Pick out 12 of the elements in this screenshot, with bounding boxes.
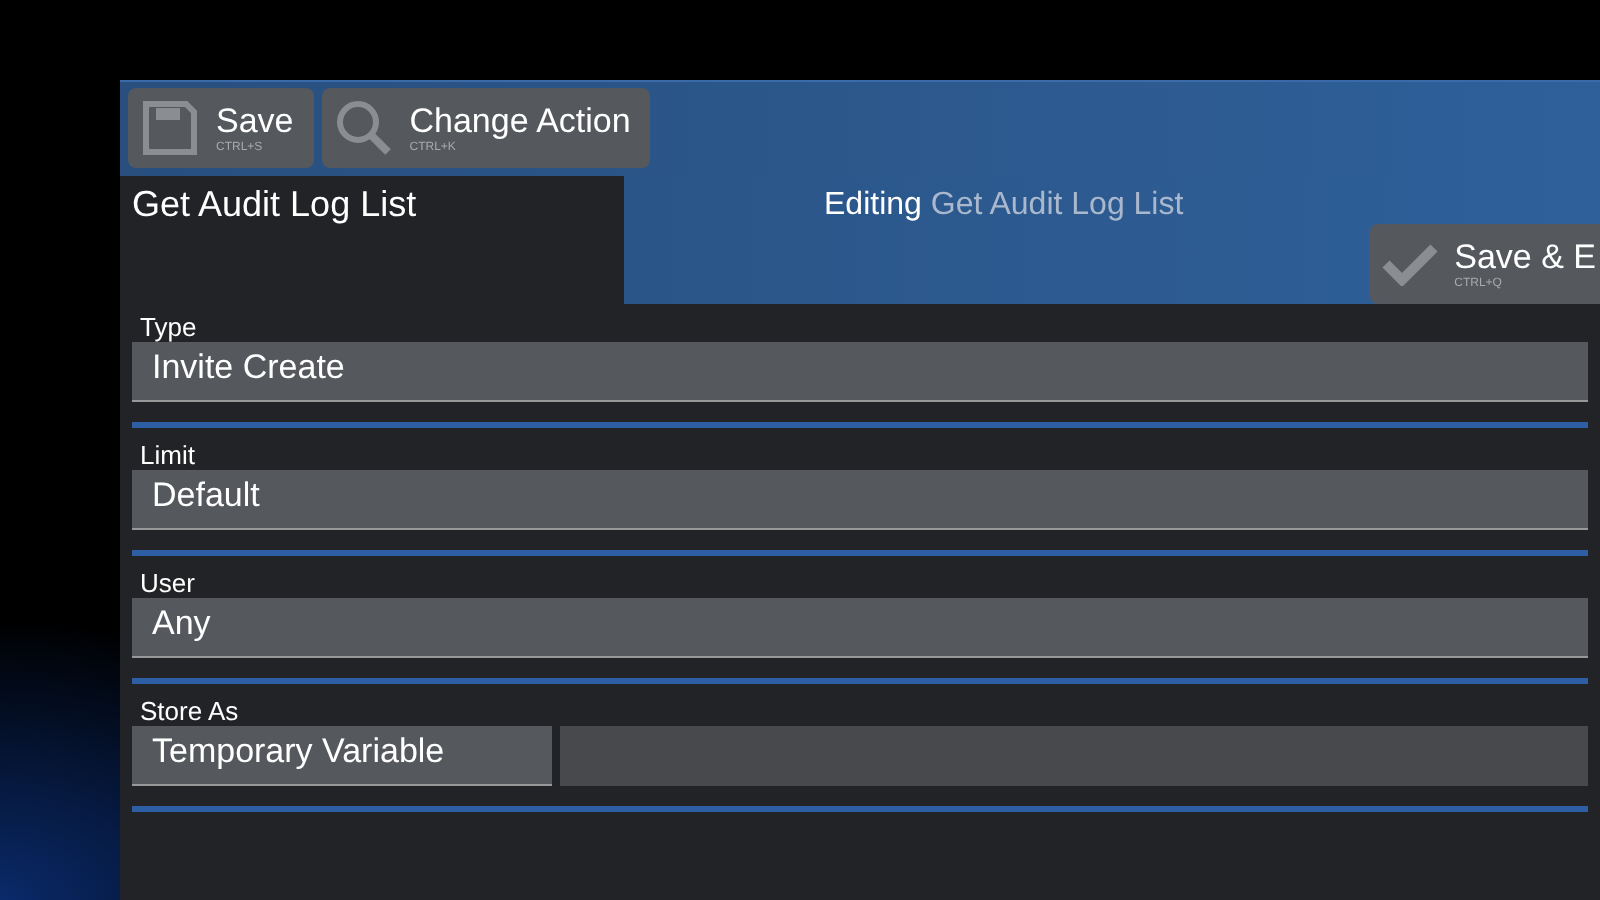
field-label: Limit [140, 440, 195, 470]
dropdown-field[interactable]: Temporary Variable [132, 726, 552, 786]
editing-title: Editing Get Audit Log List [824, 186, 1184, 224]
input-field[interactable]: Default [132, 470, 1588, 530]
input-field[interactable] [560, 726, 1588, 786]
input-field[interactable]: Invite Create [132, 342, 1588, 402]
field-label: User [140, 568, 195, 598]
field-label: Store As [140, 696, 239, 726]
field-label: Type [140, 312, 197, 342]
checkmark-icon [1382, 242, 1439, 286]
search-icon [333, 98, 394, 158]
input-field[interactable]: Any [132, 598, 1588, 658]
